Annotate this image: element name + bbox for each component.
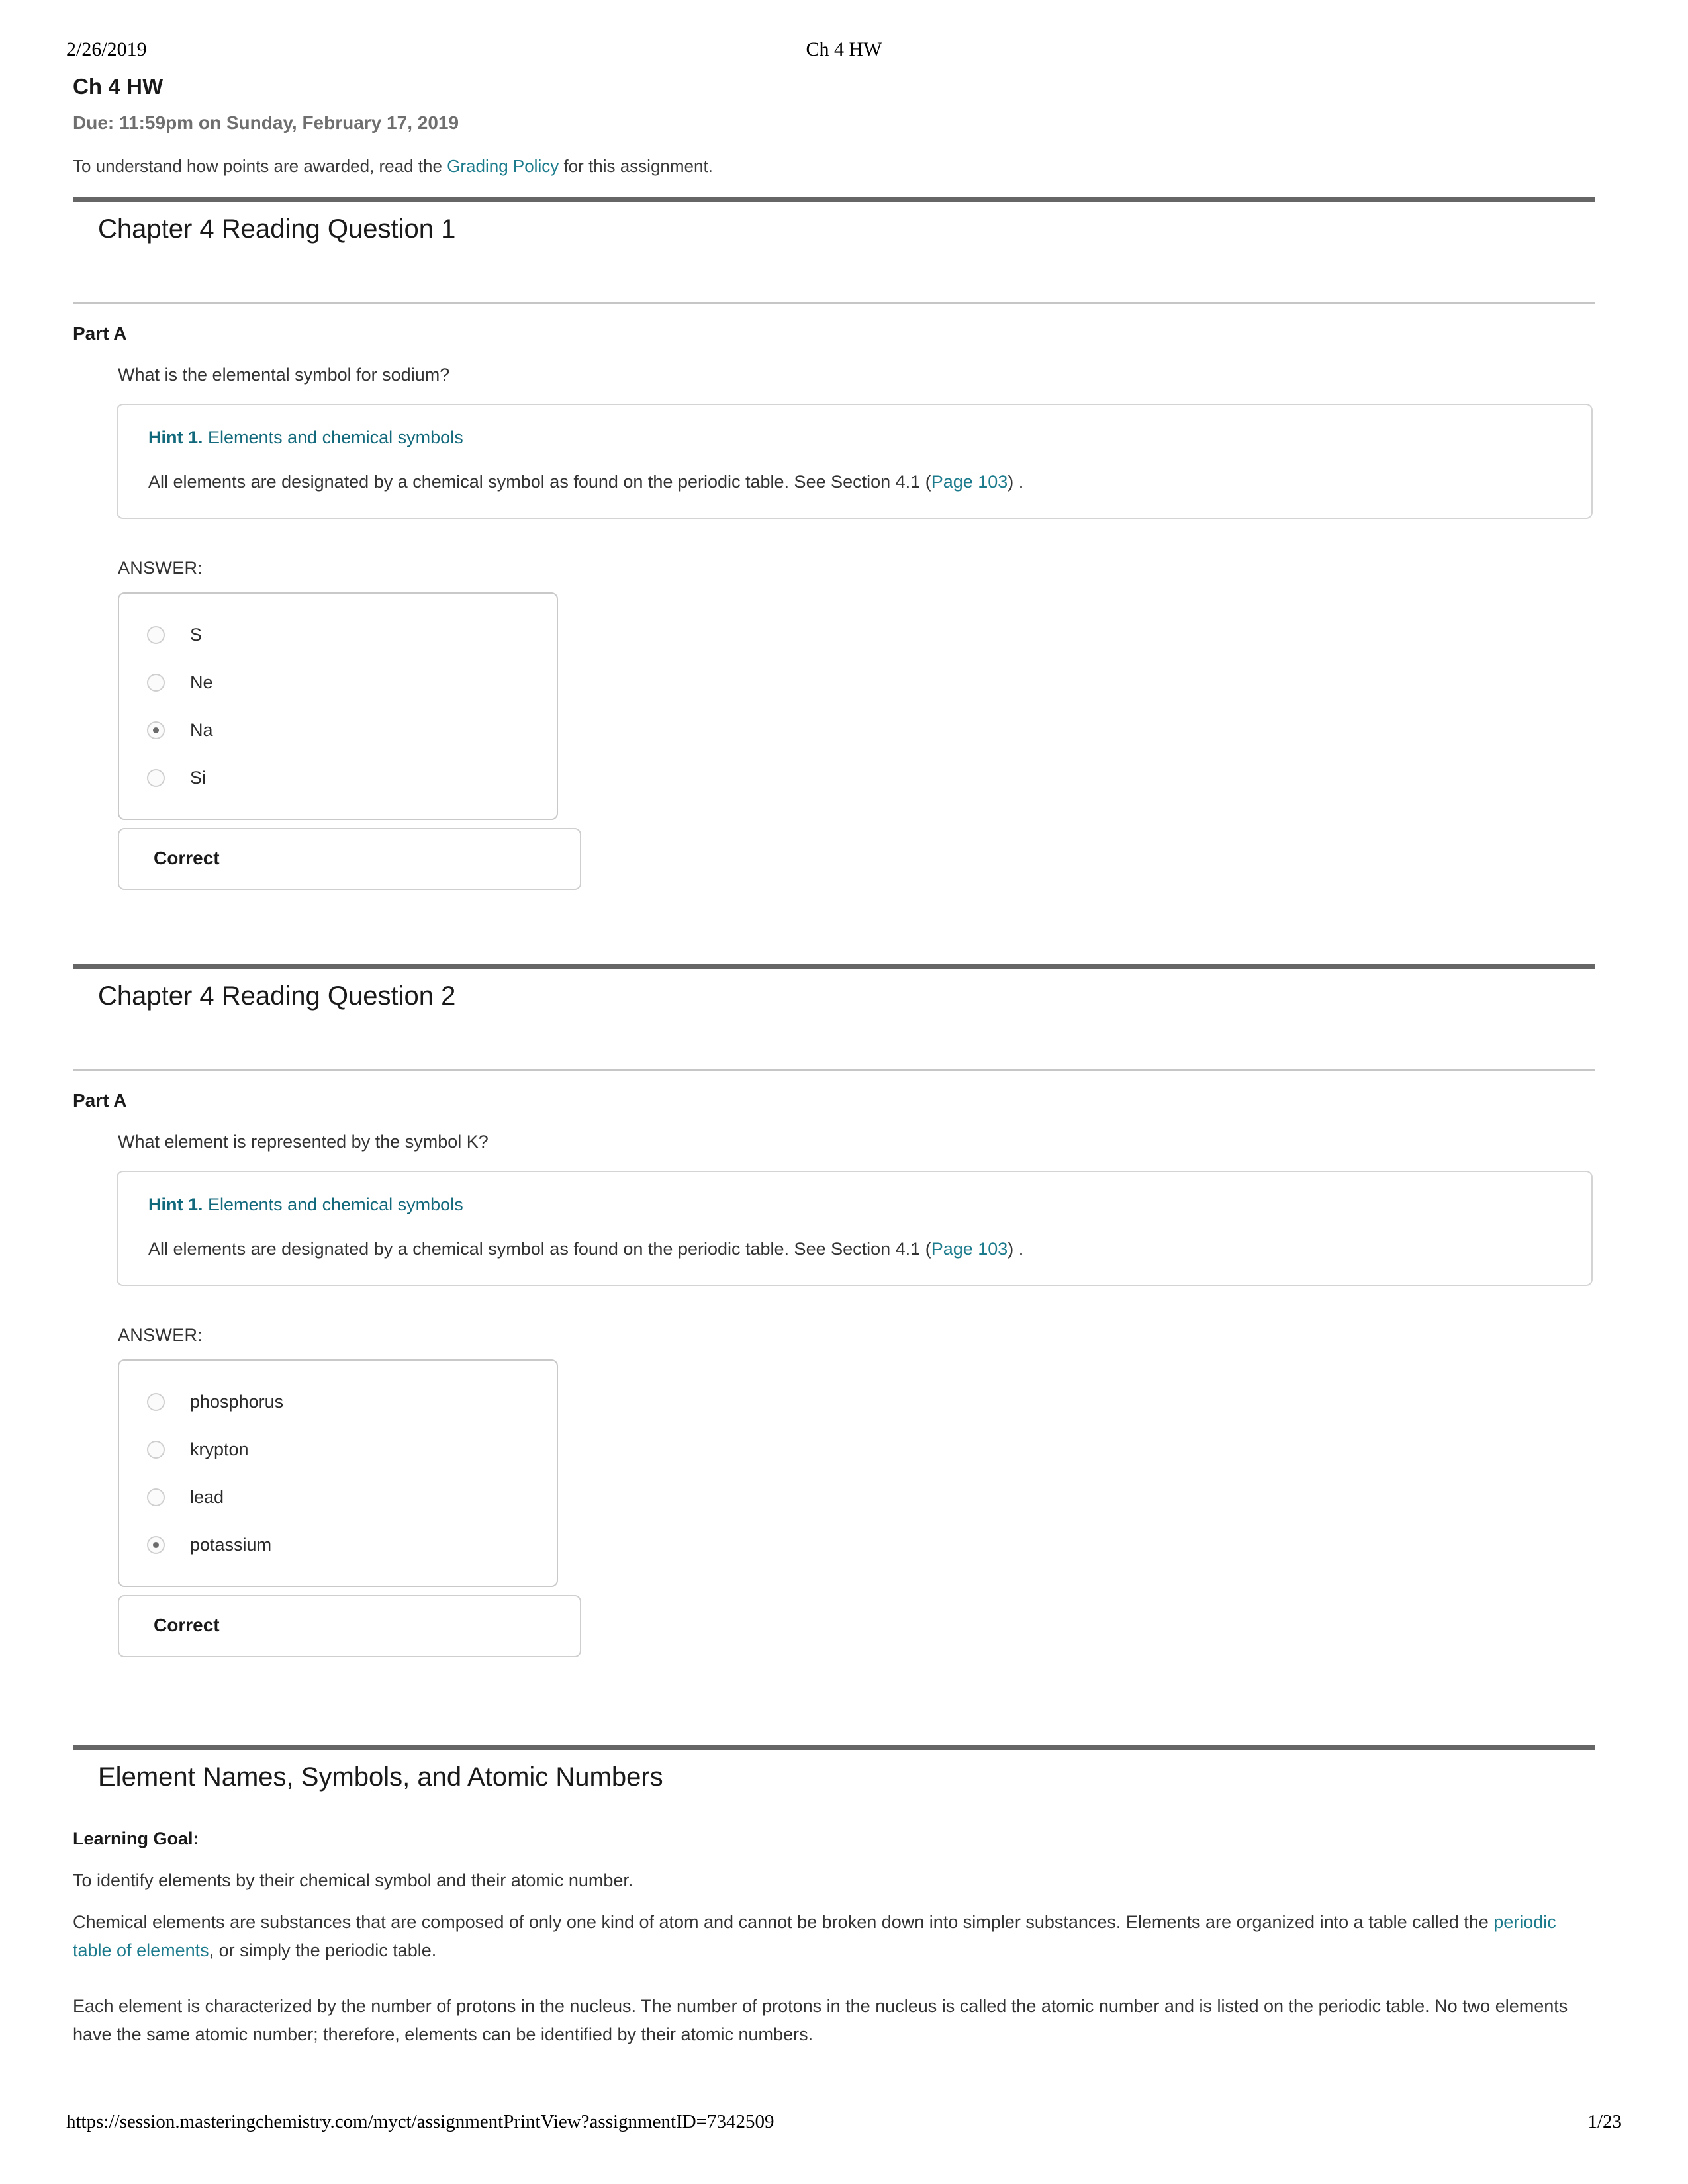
hint-body-before: All elements are designated by a chemica… xyxy=(148,1239,931,1259)
section-top-rule xyxy=(73,964,1595,969)
assignment-header: Ch 4 HW Due: 11:59pm on Sunday, February… xyxy=(73,74,1595,177)
radio-button-icon[interactable] xyxy=(147,1488,165,1506)
part-divider-rule xyxy=(73,1069,1595,1071)
radio-button-icon[interactable] xyxy=(147,625,165,644)
hint-body: All elements are designated by a chemica… xyxy=(148,1239,1561,1259)
section-title: Chapter 4 Reading Question 1 xyxy=(98,214,456,244)
answer-choice-label: lead xyxy=(190,1486,224,1507)
question-prompt: What element is represented by the symbo… xyxy=(118,1132,489,1152)
answer-choice-row[interactable]: Na xyxy=(119,706,557,754)
tutorial-paragraph-2: Each element is characterized by the num… xyxy=(73,1996,1568,2044)
tutorial-p1-after: , or simply the periodic table. xyxy=(209,1940,437,1960)
learning-goal-label: Learning Goal: xyxy=(73,1829,199,1848)
grading-note-text-after: for this assignment. xyxy=(559,156,713,176)
hint-number: Hint 1. xyxy=(148,428,203,447)
answer-choice-row[interactable]: S xyxy=(119,611,557,659)
section-top-rule xyxy=(73,1745,1595,1750)
print-page: 2/26/2019 Ch 4 HW Ch 4 HW Due: 11:59pm o… xyxy=(0,0,1688,2184)
question-prompt: What is the elemental symbol for sodium? xyxy=(118,365,450,385)
answer-choice-label: krypton xyxy=(190,1439,249,1459)
hint-body: All elements are designated by a chemica… xyxy=(148,472,1561,492)
answer-label: ANSWER: xyxy=(118,558,203,578)
answer-choice-group[interactable]: S Ne Na Si xyxy=(118,592,558,820)
answer-choice-label: Na xyxy=(190,719,213,740)
assignment-due-date: Due: 11:59pm on Sunday, February 17, 201… xyxy=(73,113,459,133)
answer-choice-row[interactable]: Si xyxy=(119,754,557,801)
radio-button-icon[interactable] xyxy=(147,1440,165,1459)
print-footer: https://session.masteringchemistry.com/m… xyxy=(0,2111,1688,2144)
radio-button-selected-icon[interactable] xyxy=(147,1535,165,1554)
hint-title-text: Elements and chemical symbols xyxy=(208,428,463,447)
answer-choice-row[interactable]: lead xyxy=(119,1473,557,1521)
radio-button-icon[interactable] xyxy=(147,1392,165,1411)
part-label: Part A xyxy=(73,1090,127,1111)
section-title: Chapter 4 Reading Question 2 xyxy=(98,981,456,1011)
section-title: Element Names, Symbols, and Atomic Numbe… xyxy=(98,1762,663,1792)
hint-body-after: ) . xyxy=(1008,472,1024,492)
hint-box: Hint 1. Elements and chemical symbols Al… xyxy=(117,404,1593,519)
answer-choice-label: potassium xyxy=(190,1534,272,1555)
answer-choice-label: Ne xyxy=(190,672,213,692)
hint-title-text: Elements and chemical symbols xyxy=(208,1195,463,1214)
answer-choice-row[interactable]: Ne xyxy=(119,659,557,706)
hint-page-link[interactable]: Page 103 xyxy=(931,1239,1008,1259)
grading-policy-link[interactable]: Grading Policy xyxy=(447,156,559,176)
assignment-title: Ch 4 HW xyxy=(73,74,164,99)
hint-body-after: ) . xyxy=(1008,1239,1024,1259)
answer-choice-row[interactable]: krypton xyxy=(119,1426,557,1473)
radio-button-icon[interactable] xyxy=(147,673,165,692)
learning-goal-text: To identify elements by their chemical s… xyxy=(73,1870,633,1890)
print-document-title: Ch 4 HW xyxy=(806,38,882,60)
radio-button-icon[interactable] xyxy=(147,768,165,787)
tutorial-paragraph-1: Chemical elements are substances that ar… xyxy=(73,1908,1595,1965)
hint-title: Hint 1. Elements and chemical symbols xyxy=(148,428,1561,448)
answer-label: ANSWER: xyxy=(118,1325,203,1345)
result-status-text: Correct xyxy=(154,1615,220,1635)
part-divider-rule xyxy=(73,302,1595,304)
answer-choice-label: phosphorus xyxy=(190,1391,284,1412)
answer-choice-row[interactable]: potassium xyxy=(119,1521,557,1569)
radio-button-selected-icon[interactable] xyxy=(147,721,165,739)
hint-box: Hint 1. Elements and chemical symbols Al… xyxy=(117,1171,1593,1286)
hint-body-before: All elements are designated by a chemica… xyxy=(148,472,931,492)
grading-note-text-before: To understand how points are awarded, re… xyxy=(73,156,447,176)
grading-policy-note: To understand how points are awarded, re… xyxy=(73,156,1595,177)
result-box: Correct xyxy=(118,1595,581,1657)
hint-number: Hint 1. xyxy=(148,1195,203,1214)
tutorial-p1-before: Chemical elements are substances that ar… xyxy=(73,1912,1494,1932)
answer-choice-label: Si xyxy=(190,767,207,788)
answer-choice-group[interactable]: phosphorus krypton lead potassium xyxy=(118,1359,558,1587)
answer-choice-row[interactable]: phosphorus xyxy=(119,1378,557,1426)
answer-choice-label: S xyxy=(190,624,203,645)
hint-page-link[interactable]: Page 103 xyxy=(931,472,1008,492)
print-header: 2/26/2019 Ch 4 HW xyxy=(0,38,1688,65)
hint-title: Hint 1. Elements and chemical symbols xyxy=(148,1195,1561,1215)
result-box: Correct xyxy=(118,828,581,890)
result-status-text: Correct xyxy=(154,848,220,868)
footer-url: https://session.masteringchemistry.com/m… xyxy=(66,2111,774,2132)
section-top-rule xyxy=(73,197,1595,202)
part-label: Part A xyxy=(73,323,127,343)
footer-page-number: 1/23 xyxy=(1587,2111,1622,2132)
